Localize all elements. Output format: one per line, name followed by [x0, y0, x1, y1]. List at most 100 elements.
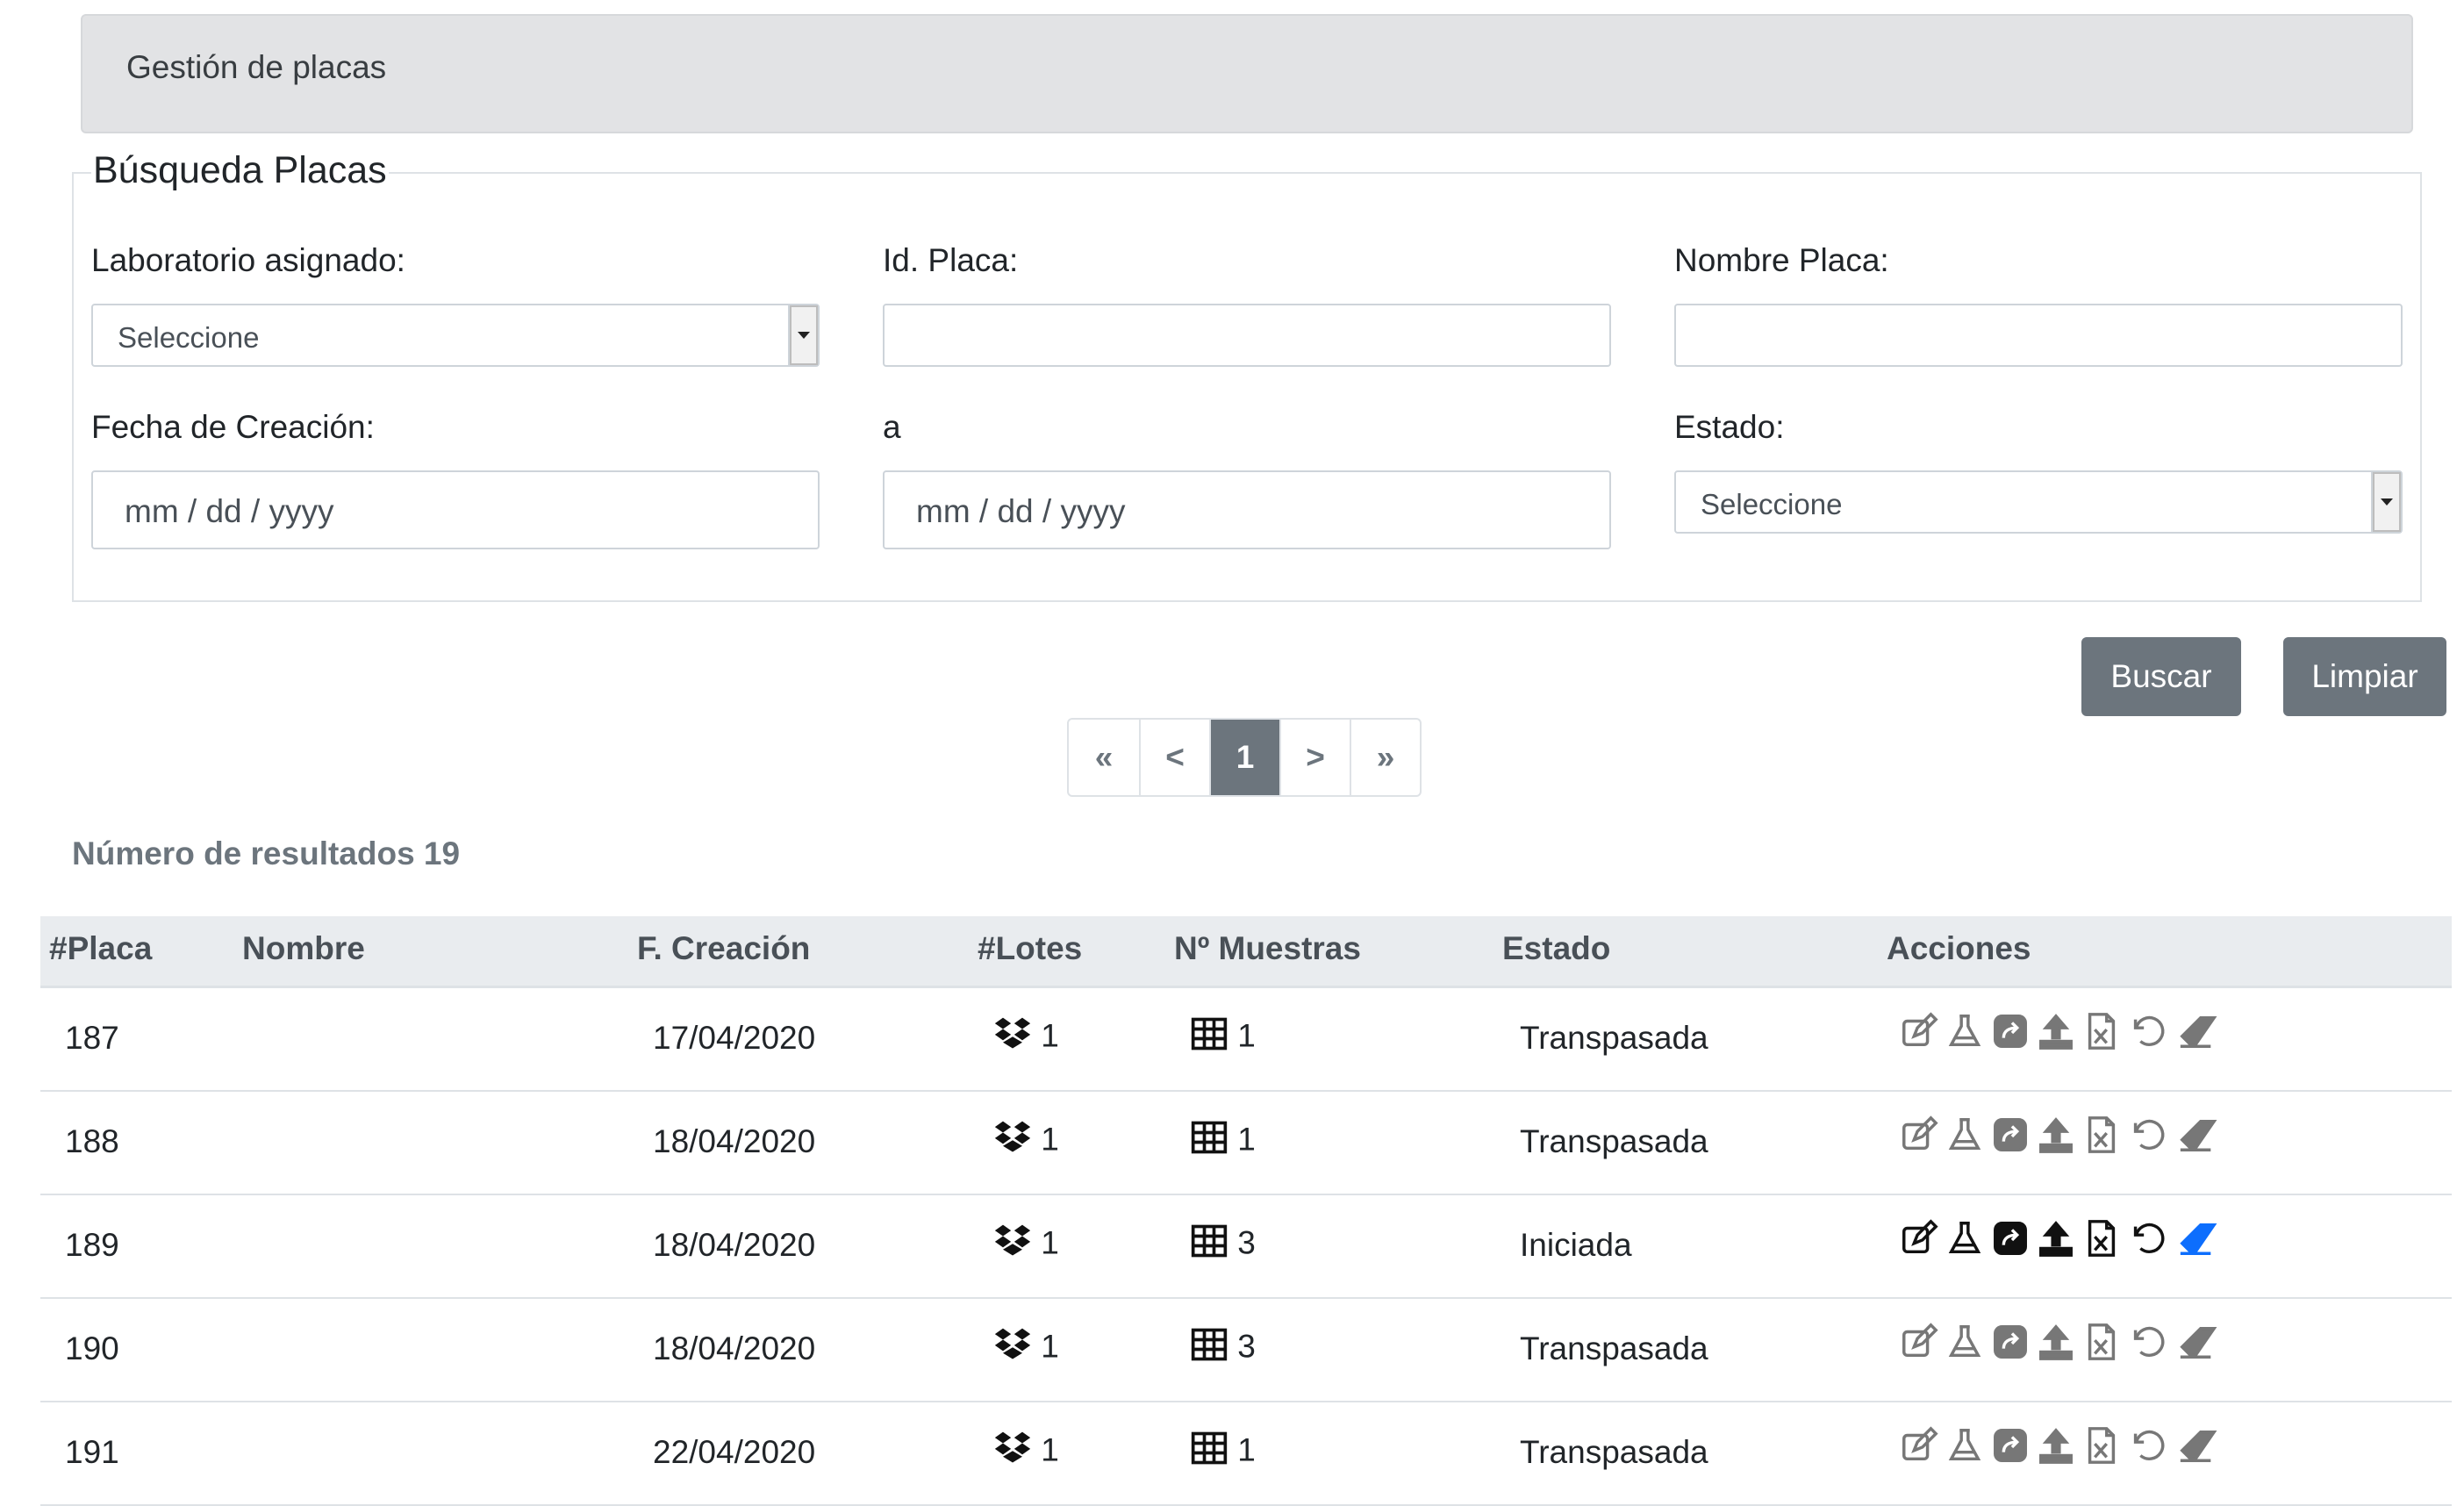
- undo-icon[interactable]: [2127, 1425, 2167, 1466]
- share-icon[interactable]: [1990, 1115, 2031, 1155]
- cell-samples: 1: [1190, 1015, 1256, 1061]
- flask-icon[interactable]: [1945, 1218, 1985, 1259]
- excel-icon[interactable]: [2081, 1322, 2122, 1362]
- table-icon: [1190, 1118, 1228, 1165]
- cell-samples-value: 1: [1237, 1121, 1256, 1158]
- date-from-value: mm / dd / yyyy: [125, 493, 334, 529]
- table-header: #Placa Nombre F. Creación #Lotes Nº Mues…: [40, 916, 2452, 988]
- table-row: 191 22/04/2020 1 1 Transpasada: [40, 1402, 2452, 1506]
- eraser-icon[interactable]: [2173, 1115, 2222, 1155]
- cell-samples-value: 1: [1237, 1431, 1256, 1468]
- state-select[interactable]: Seleccione: [1674, 470, 2403, 534]
- cell-date: 18/04/2020: [653, 1227, 816, 1263]
- edit-icon[interactable]: [1899, 1011, 1939, 1051]
- to-label: a: [883, 409, 901, 445]
- cell-state: Transpasada: [1520, 1123, 1708, 1159]
- upload-icon[interactable]: [2036, 1218, 2076, 1259]
- excel-icon[interactable]: [2081, 1115, 2122, 1155]
- cell-lots: 1: [993, 1015, 1059, 1061]
- name-input[interactable]: [1674, 304, 2403, 367]
- edit-icon[interactable]: [1899, 1218, 1939, 1259]
- edit-icon[interactable]: [1899, 1425, 1939, 1466]
- id-input[interactable]: [883, 304, 1611, 367]
- row-actions: [1899, 1425, 2222, 1466]
- edit-icon[interactable]: [1899, 1322, 1939, 1362]
- col-header-actions: Acciones: [1887, 930, 2031, 966]
- search-button[interactable]: Buscar: [2081, 637, 2241, 716]
- excel-icon[interactable]: [2081, 1218, 2122, 1259]
- table-icon: [1190, 1015, 1228, 1061]
- clear-button[interactable]: Limpiar: [2283, 637, 2446, 716]
- table-icon: [1190, 1325, 1228, 1372]
- cell-samples-value: 1: [1237, 1017, 1256, 1054]
- cell-state: Transpasada: [1520, 1020, 1708, 1056]
- eraser-icon[interactable]: [2173, 1011, 2222, 1051]
- table-row: 187 17/04/2020 1 1 Transpasada: [40, 988, 2452, 1092]
- cell-samples: 3: [1190, 1222, 1256, 1268]
- cell-lots-value: 1: [1041, 1121, 1059, 1158]
- date-from-input[interactable]: mm / dd / yyyy: [91, 470, 820, 549]
- chevron-down-icon: [2371, 472, 2401, 532]
- edit-icon[interactable]: [1899, 1115, 1939, 1155]
- undo-icon[interactable]: [2127, 1115, 2167, 1155]
- page-first-button[interactable]: «: [1069, 720, 1139, 795]
- col-header-name: Nombre: [242, 930, 365, 966]
- eraser-icon[interactable]: [2173, 1218, 2222, 1259]
- date-to-input[interactable]: mm / dd / yyyy: [883, 470, 1611, 549]
- cell-id: 188: [65, 1123, 119, 1159]
- cell-date: 18/04/2020: [653, 1123, 816, 1159]
- col-header-lots: #Lotes: [978, 930, 1083, 966]
- table-row: 189 18/04/2020 1 3 Iniciada: [40, 1195, 2452, 1299]
- flask-icon[interactable]: [1945, 1115, 1985, 1155]
- cell-date: 17/04/2020: [653, 1020, 816, 1056]
- cell-samples: 1: [1190, 1429, 1256, 1475]
- eraser-icon[interactable]: [2173, 1425, 2222, 1466]
- col-header-state: Estado: [1502, 930, 1611, 966]
- dropbox-icon: [993, 1429, 1032, 1475]
- results-count: Número de resultados 19: [72, 835, 461, 871]
- dropbox-icon: [993, 1015, 1032, 1061]
- excel-icon[interactable]: [2081, 1011, 2122, 1051]
- flask-icon[interactable]: [1945, 1011, 1985, 1051]
- page-prev-button[interactable]: <: [1139, 720, 1209, 795]
- undo-icon[interactable]: [2127, 1322, 2167, 1362]
- state-label: Estado:: [1674, 409, 1785, 445]
- page-last-button[interactable]: »: [1350, 720, 1420, 795]
- date-to-value: mm / dd / yyyy: [916, 493, 1126, 529]
- excel-icon[interactable]: [2081, 1425, 2122, 1466]
- cell-date: 18/04/2020: [653, 1330, 816, 1366]
- page-next-button[interactable]: >: [1279, 720, 1350, 795]
- share-icon[interactable]: [1990, 1218, 2031, 1259]
- cell-lots-value: 1: [1041, 1431, 1059, 1468]
- share-icon[interactable]: [1990, 1011, 2031, 1051]
- flask-icon[interactable]: [1945, 1425, 1985, 1466]
- cell-lots: 1: [993, 1325, 1059, 1372]
- share-icon[interactable]: [1990, 1322, 2031, 1362]
- eraser-icon[interactable]: [2173, 1322, 2222, 1362]
- cell-state: Iniciada: [1520, 1227, 1632, 1263]
- cell-lots-value: 1: [1041, 1328, 1059, 1365]
- cell-id: 191: [65, 1434, 119, 1470]
- table-row: 188 18/04/2020 1 1 Transpasada: [40, 1092, 2452, 1195]
- upload-icon[interactable]: [2036, 1322, 2076, 1362]
- undo-icon[interactable]: [2127, 1218, 2167, 1259]
- share-icon[interactable]: [1990, 1425, 2031, 1466]
- dropbox-icon: [993, 1118, 1032, 1165]
- table-row: 190 18/04/2020 1 3 Transpasada: [40, 1299, 2452, 1402]
- table-icon: [1190, 1429, 1228, 1475]
- upload-icon[interactable]: [2036, 1115, 2076, 1155]
- cell-lots: 1: [993, 1429, 1059, 1475]
- breadcrumb: Gestión de placas: [81, 14, 2413, 133]
- lab-select[interactable]: Seleccione: [91, 304, 820, 367]
- chevron-down-icon: [788, 305, 818, 365]
- flask-icon[interactable]: [1945, 1322, 1985, 1362]
- page-current-button[interactable]: 1: [1209, 720, 1279, 795]
- cell-samples-value: 3: [1237, 1224, 1256, 1261]
- upload-icon[interactable]: [2036, 1425, 2076, 1466]
- search-legend: Búsqueda Placas: [91, 149, 389, 192]
- upload-icon[interactable]: [2036, 1011, 2076, 1051]
- cell-date: 22/04/2020: [653, 1434, 816, 1470]
- cell-lots-value: 1: [1041, 1017, 1059, 1054]
- undo-icon[interactable]: [2127, 1011, 2167, 1051]
- lab-label: Laboratorio asignado:: [91, 242, 405, 278]
